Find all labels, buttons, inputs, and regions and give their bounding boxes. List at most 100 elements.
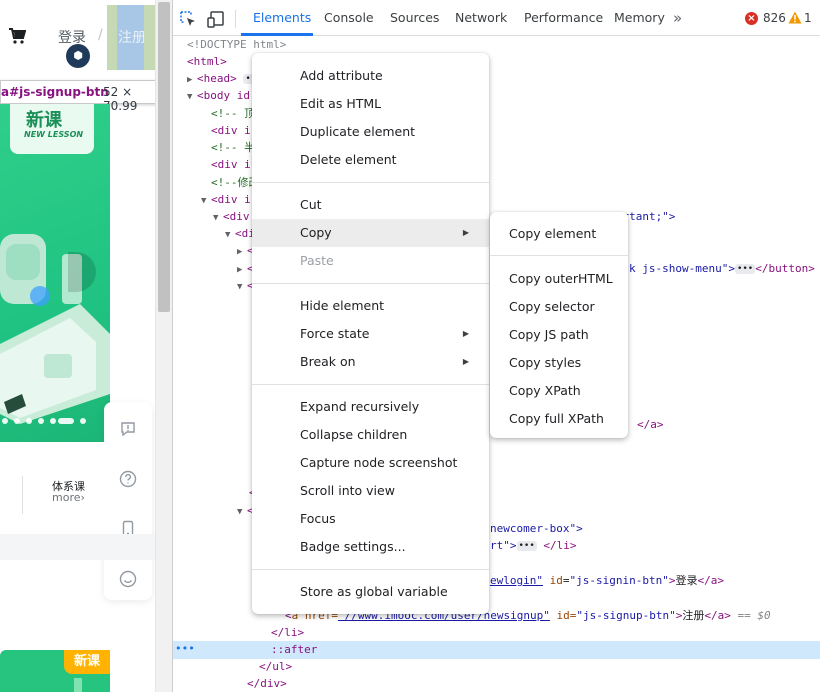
carousel-dot[interactable]	[38, 418, 44, 424]
dom-div[interactable]: <div i	[211, 156, 251, 173]
cart-icon[interactable]	[8, 28, 26, 44]
menu-copy-selector[interactable]: Copy selector	[490, 293, 628, 321]
menu-copy-xpath[interactable]: Copy XPath	[490, 377, 628, 405]
menu-edit-as-html[interactable]: Edit as HTML	[252, 90, 489, 118]
carousel-dot[interactable]	[50, 418, 56, 424]
page-scrollbar[interactable]	[155, 0, 172, 692]
dom-ul-close[interactable]: </ul>	[259, 658, 292, 675]
device-toolbar-icon[interactable]	[207, 10, 225, 28]
collapse-arrow-icon[interactable]: ▼	[225, 227, 235, 244]
dom-a-close[interactable]: </a>	[637, 416, 664, 433]
menu-copy-full-xpath[interactable]: Copy full XPath	[490, 405, 628, 433]
carousel-dots[interactable]	[0, 418, 110, 426]
signup-label: 注册	[118, 30, 146, 46]
menu-add-attribute[interactable]: Add attribute	[252, 62, 489, 90]
error-count[interactable]: 826	[763, 11, 786, 25]
collapse-arrow-icon[interactable]: ▼	[237, 279, 247, 296]
submenu-arrow-icon: ▶	[462, 357, 469, 366]
dom-li-close[interactable]: </li>	[271, 624, 304, 641]
new-course-tag: 新课	[64, 650, 110, 674]
carousel-dot[interactable]	[26, 418, 32, 424]
menu-force-state-label: Force state	[300, 326, 370, 341]
page-scrollbar-thumb[interactable]	[158, 2, 170, 312]
menu-scroll-into-view[interactable]: Scroll into view	[252, 477, 489, 505]
dom-html[interactable]: <html>	[187, 53, 227, 70]
inspect-icon[interactable]	[179, 10, 197, 28]
error-icon[interactable]: ×	[745, 12, 758, 25]
li-close-tag: </li>	[543, 539, 577, 552]
dom-comment[interactable]: <!-- 半	[211, 139, 255, 156]
collapse-arrow-icon[interactable]: ▼	[213, 210, 223, 227]
button-close-tag: </button>	[755, 262, 815, 275]
menu-break-on[interactable]: Break on ▶	[252, 348, 489, 376]
warning-count[interactable]: 1	[804, 11, 812, 25]
menu-copy-js-path[interactable]: Copy JS path	[490, 321, 628, 349]
dom-div[interactable]: ▼ <div	[213, 208, 250, 225]
tab-network[interactable]: Network	[455, 0, 507, 36]
menu-cut[interactable]: Cut	[252, 191, 489, 219]
carousel-dot-active[interactable]	[58, 418, 74, 424]
href-value[interactable]: ewlogin"	[490, 574, 543, 587]
category-more-link[interactable]: more›	[52, 491, 85, 504]
collapse-arrow-icon[interactable]: ▼	[187, 89, 197, 106]
collapse-arrow-icon[interactable]: ▼	[237, 504, 247, 521]
expand-arrow-icon[interactable]: ▶	[237, 244, 247, 261]
more-tabs-icon[interactable]: »	[673, 9, 682, 27]
tab-performance[interactable]: Performance	[524, 0, 603, 36]
dom-signin-fragment[interactable]: ewlogin" id="js-signin-btn">登录</a>	[490, 572, 724, 589]
new-lesson-badge: 新课 NEW LESSON	[10, 104, 94, 154]
dom-div[interactable]: ▼ <div i	[201, 191, 251, 208]
submenu-arrow-icon: ▶	[462, 329, 469, 338]
dom-comment[interactable]: <!-- 顶	[211, 105, 255, 122]
help-icon[interactable]	[119, 470, 137, 488]
dom-li-fragment[interactable]: rt"> ••• </li>	[490, 537, 577, 554]
menu-copy-outerhtml[interactable]: Copy outerHTML	[490, 265, 628, 293]
collapse-arrow-icon[interactable]: ▼	[201, 193, 211, 210]
ellipsis-icon[interactable]: •••	[734, 264, 756, 274]
dom-doctype[interactable]: <!DOCTYPE html>	[187, 36, 286, 53]
card-decoration	[74, 678, 82, 692]
ellipsis-icon[interactable]: •••	[516, 541, 537, 551]
dom-button-fragment[interactable]: k js-show-menu"> ••• </button>	[629, 260, 815, 277]
row-actions-icon[interactable]: •••	[175, 640, 195, 657]
menu-copy-styles[interactable]: Copy styles	[490, 349, 628, 377]
carousel-dot[interactable]	[80, 418, 86, 424]
feedback-icon[interactable]	[119, 420, 137, 438]
menu-paste[interactable]: Paste	[252, 247, 489, 275]
page-viewport: 登录 / 注册 ⬢ a#js-signup-btn 52 × 70.99 新课 …	[0, 0, 172, 692]
tab-elements[interactable]: Elements	[253, 0, 311, 36]
dom-body[interactable]: ▼ <body id	[187, 87, 250, 104]
hero-banner[interactable]: 新课 NEW LESSON	[0, 104, 110, 442]
tab-memory[interactable]: Memory	[614, 0, 665, 36]
header-separator: /	[98, 27, 103, 43]
menu-duplicate-element[interactable]: Duplicate element	[252, 118, 489, 146]
comment-text: <!-- 顶	[211, 107, 256, 120]
dom-div-close[interactable]: </div>	[247, 675, 287, 692]
menu-force-state[interactable]: Force state ▶	[252, 320, 489, 348]
new-course-card[interactable]: 新课	[0, 650, 110, 692]
toolbar-separator	[235, 10, 236, 28]
dom-newcomer-fragment[interactable]: newcomer-box">	[490, 520, 583, 537]
menu-collapse-children[interactable]: Collapse children	[252, 421, 489, 449]
dom-div[interactable]: ▼ <di	[225, 225, 255, 242]
tooltip-selector: a#js-signup-btn	[1, 85, 109, 99]
course-category[interactable]: 体系课 more›	[0, 442, 104, 534]
menu-hide-element[interactable]: Hide element	[252, 292, 489, 320]
dom-div[interactable]: <div i	[211, 122, 251, 139]
menu-focus[interactable]: Focus	[252, 505, 489, 533]
menu-store-as-global-variable[interactable]: Store as global variable	[252, 578, 489, 606]
menu-capture-node-screenshot[interactable]: Capture node screenshot	[252, 449, 489, 477]
carousel-dot[interactable]	[14, 418, 20, 424]
menu-copy-element[interactable]: Copy element	[490, 220, 628, 248]
warning-icon[interactable]	[788, 11, 802, 24]
menu-copy[interactable]: Copy ▶	[252, 219, 489, 247]
tab-console[interactable]: Console	[324, 0, 374, 36]
menu-delete-element[interactable]: Delete element	[252, 146, 489, 174]
dom-after[interactable]: ::after	[271, 641, 317, 658]
tab-sources[interactable]: Sources	[390, 0, 439, 36]
smile-icon[interactable]	[119, 570, 137, 588]
menu-badge-settings[interactable]: Badge settings...	[252, 533, 489, 561]
id-value: "js-signup-btn"	[576, 609, 676, 622]
carousel-dot[interactable]	[2, 418, 8, 424]
menu-expand-recursively[interactable]: Expand recursively	[252, 393, 489, 421]
